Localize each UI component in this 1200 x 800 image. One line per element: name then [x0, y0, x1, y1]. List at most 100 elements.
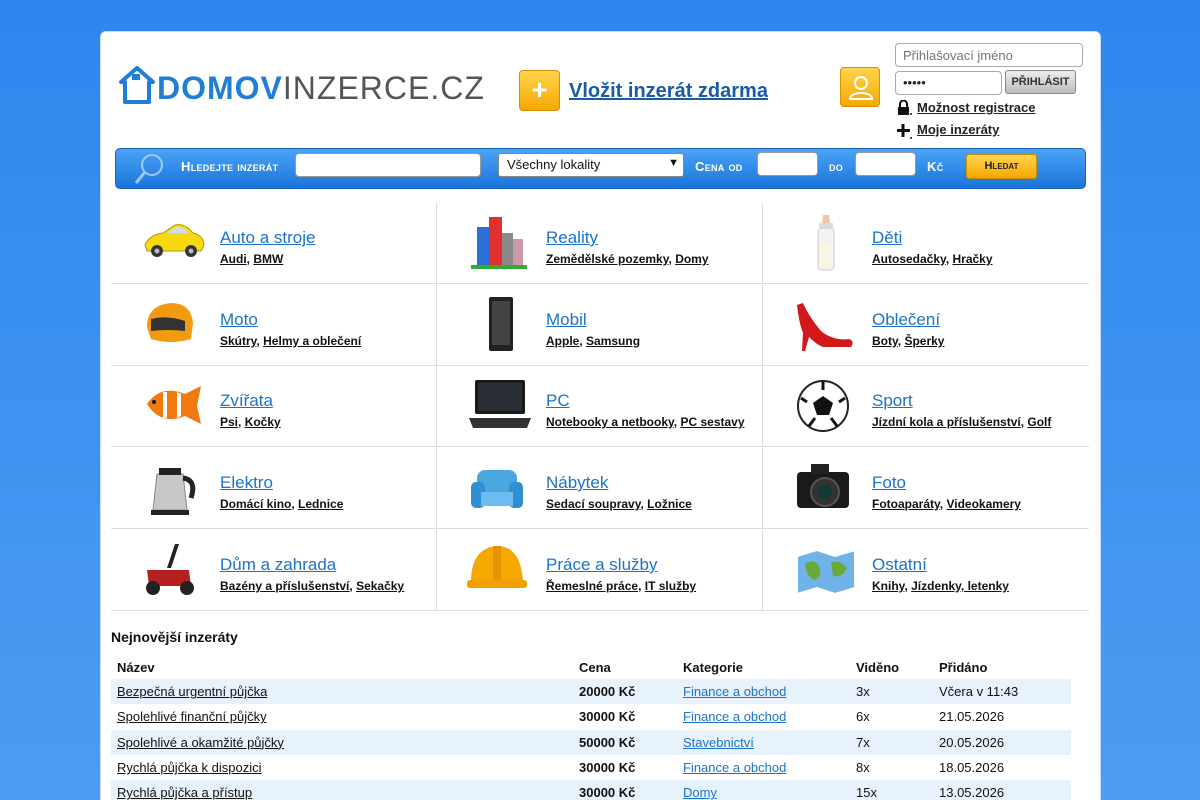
category-link[interactable]: Sport: [872, 391, 913, 411]
ad-views: 8x: [856, 760, 870, 776]
category-link[interactable]: Mobil: [546, 310, 587, 330]
subcategory-link[interactable]: Domácí kino: [220, 497, 291, 511]
ad-name-link[interactable]: Rychlá půjčka k dispozici: [111, 755, 573, 780]
location-select[interactable]: Všechny lokality ▼: [498, 153, 684, 177]
password-input[interactable]: •••••: [895, 71, 1002, 95]
ad-added-date: Včera v 11:43: [933, 679, 1071, 705]
subcategory-link[interactable]: Sedací soupravy: [546, 497, 641, 511]
subcategory-link[interactable]: Bazény a příslušenství: [220, 579, 349, 593]
subcategory-link[interactable]: Golf: [1027, 415, 1051, 429]
col-price: Cena: [579, 659, 611, 675]
add-ad-button[interactable]: +: [519, 70, 560, 111]
login-button[interactable]: PŘIHLÁSIT: [1005, 70, 1076, 94]
category-link[interactable]: Nábytek: [546, 473, 608, 493]
subcategory-link[interactable]: Kočky: [245, 415, 281, 429]
subcategory-links: Bazény a příslušenství, Sekačky: [220, 579, 405, 593]
category-link[interactable]: Zvířata: [220, 391, 273, 411]
subcategory-link[interactable]: Boty: [872, 334, 898, 348]
subcategory-link[interactable]: Skútry: [220, 334, 256, 348]
subcategory-link[interactable]: Notebooky a netbooky: [546, 415, 674, 429]
laptop-icon[interactable]: [467, 378, 533, 434]
subcategory-link[interactable]: Samsung: [586, 334, 640, 348]
price-from-input[interactable]: [757, 152, 818, 176]
price-to-input[interactable]: [855, 152, 916, 176]
soccer-ball-icon[interactable]: [793, 378, 859, 434]
category-link[interactable]: Práce a služby: [546, 555, 658, 575]
lawnmower-icon[interactable]: [141, 542, 207, 598]
helmet-icon[interactable]: [141, 297, 207, 353]
subcategory-link[interactable]: Jízdní kola a příslušenství: [872, 415, 1021, 429]
login-name-input[interactable]: [895, 43, 1083, 67]
ad-category-link[interactable]: Finance a obchod: [677, 679, 850, 705]
ad-price: 30000 Kč: [573, 780, 677, 800]
category-link[interactable]: Dům a zahrada: [220, 555, 336, 575]
category-link[interactable]: Auto a stroje: [220, 228, 315, 248]
subcategory-link[interactable]: Hračky: [952, 252, 992, 266]
table-header: Název Cena Kategorie Viděno Přidáno: [111, 655, 1071, 679]
register-link[interactable]: Možnost registrace: [917, 100, 1035, 115]
ad-category-link[interactable]: Finance a obchod: [677, 704, 850, 729]
ad-name-link[interactable]: Bezpečná urgentní půjčka: [111, 679, 573, 705]
subcategory-link[interactable]: Videokamery: [946, 497, 1021, 511]
subcategory-link[interactable]: BMW: [253, 252, 283, 266]
subcategory-link[interactable]: Jízdenky, letenky: [911, 579, 1009, 593]
car-icon[interactable]: [141, 215, 207, 271]
armchair-icon[interactable]: [467, 460, 533, 516]
map-icon[interactable]: [793, 542, 859, 598]
ad-price: 30000 Kč: [579, 709, 636, 725]
subcategory-link[interactable]: Ložnice: [647, 497, 692, 511]
ad-name-link[interactable]: Rychlá půjčka a přístup: [111, 780, 573, 800]
subcategory-link[interactable]: Sekačky: [356, 579, 404, 593]
ad-category-link[interactable]: Stavebnictví: [677, 729, 850, 755]
ad-price: 20000 Kč: [573, 679, 677, 705]
category-link[interactable]: Elektro: [220, 473, 273, 493]
kettle-icon[interactable]: [141, 460, 207, 516]
ad-name-link[interactable]: Spolehlivé a okamžité půjčky: [111, 729, 573, 755]
category-cell: Děti Autosedačky, Hračky: [763, 203, 1089, 284]
ad-category-link[interactable]: Finance a obchod: [677, 755, 850, 780]
price-from-label: Cena od: [695, 159, 743, 174]
table-row: Rychlá půjčka a přístup 30000 Kč Domy 15x 13…: [111, 780, 1071, 800]
search-button[interactable]: Hledat: [966, 154, 1037, 179]
baby-bottle-icon[interactable]: [793, 214, 859, 271]
subcategory-link[interactable]: Fotoaparáty: [872, 497, 940, 511]
category-link[interactable]: Oblečení: [872, 310, 940, 330]
subcategory-link[interactable]: Řemeslné práce: [546, 579, 638, 593]
phone-icon[interactable]: [467, 297, 533, 353]
buildings-icon[interactable]: [467, 215, 533, 271]
subcategory-link[interactable]: Zemědělské pozemky: [546, 252, 669, 266]
subcategory-link[interactable]: Apple: [546, 334, 579, 348]
subcategory-link[interactable]: Audi: [220, 252, 247, 266]
subcategory-link[interactable]: Psi: [220, 415, 238, 429]
category-link[interactable]: Foto: [872, 473, 906, 493]
subcategory-link[interactable]: Autosedačky: [872, 252, 946, 266]
magnifier-icon: [134, 154, 163, 184]
fish-icon[interactable]: [141, 378, 207, 434]
subcategory-links: Audi, BMW: [220, 252, 284, 266]
category-link[interactable]: Reality: [546, 228, 598, 248]
category-link[interactable]: PC: [546, 391, 570, 411]
subcategory-link[interactable]: Knihy: [872, 579, 904, 593]
subcategory-link[interactable]: Helmy a oblečení: [263, 334, 361, 348]
high-heel-icon[interactable]: [793, 297, 859, 353]
category-link[interactable]: Ostatní: [872, 555, 927, 575]
category-link[interactable]: Moto: [220, 310, 258, 330]
subcategory-link[interactable]: Šperky: [904, 334, 944, 348]
add-ad-link[interactable]: Vložit inzerát zdarma: [569, 80, 768, 103]
category-link[interactable]: Děti: [872, 228, 902, 248]
newest-ads-table: Název Cena Kategorie Viděno Přidáno Bezp…: [111, 655, 1071, 800]
ad-name-link[interactable]: Spolehlivé finanční půjčky: [111, 704, 573, 729]
col-name: Název: [117, 659, 155, 675]
subcategory-link[interactable]: Domy: [675, 252, 708, 266]
hard-hat-icon[interactable]: [467, 542, 533, 598]
subcategory-link[interactable]: Lednice: [298, 497, 343, 511]
subcategory-link[interactable]: PC sestavy: [680, 415, 744, 429]
subcategory-links: Knihy, Jízdenky, letenky: [872, 579, 1009, 593]
camera-icon[interactable]: [793, 460, 859, 516]
ad-category-link[interactable]: Domy: [677, 780, 850, 800]
subcategory-link[interactable]: IT služby: [645, 579, 696, 593]
site-logo[interactable]: DOMOVINZERCE.CZ: [119, 62, 485, 104]
search-input[interactable]: [295, 153, 481, 177]
ad-views: 3x: [850, 679, 933, 705]
my-ads-link[interactable]: Moje inzeráty: [917, 122, 999, 137]
